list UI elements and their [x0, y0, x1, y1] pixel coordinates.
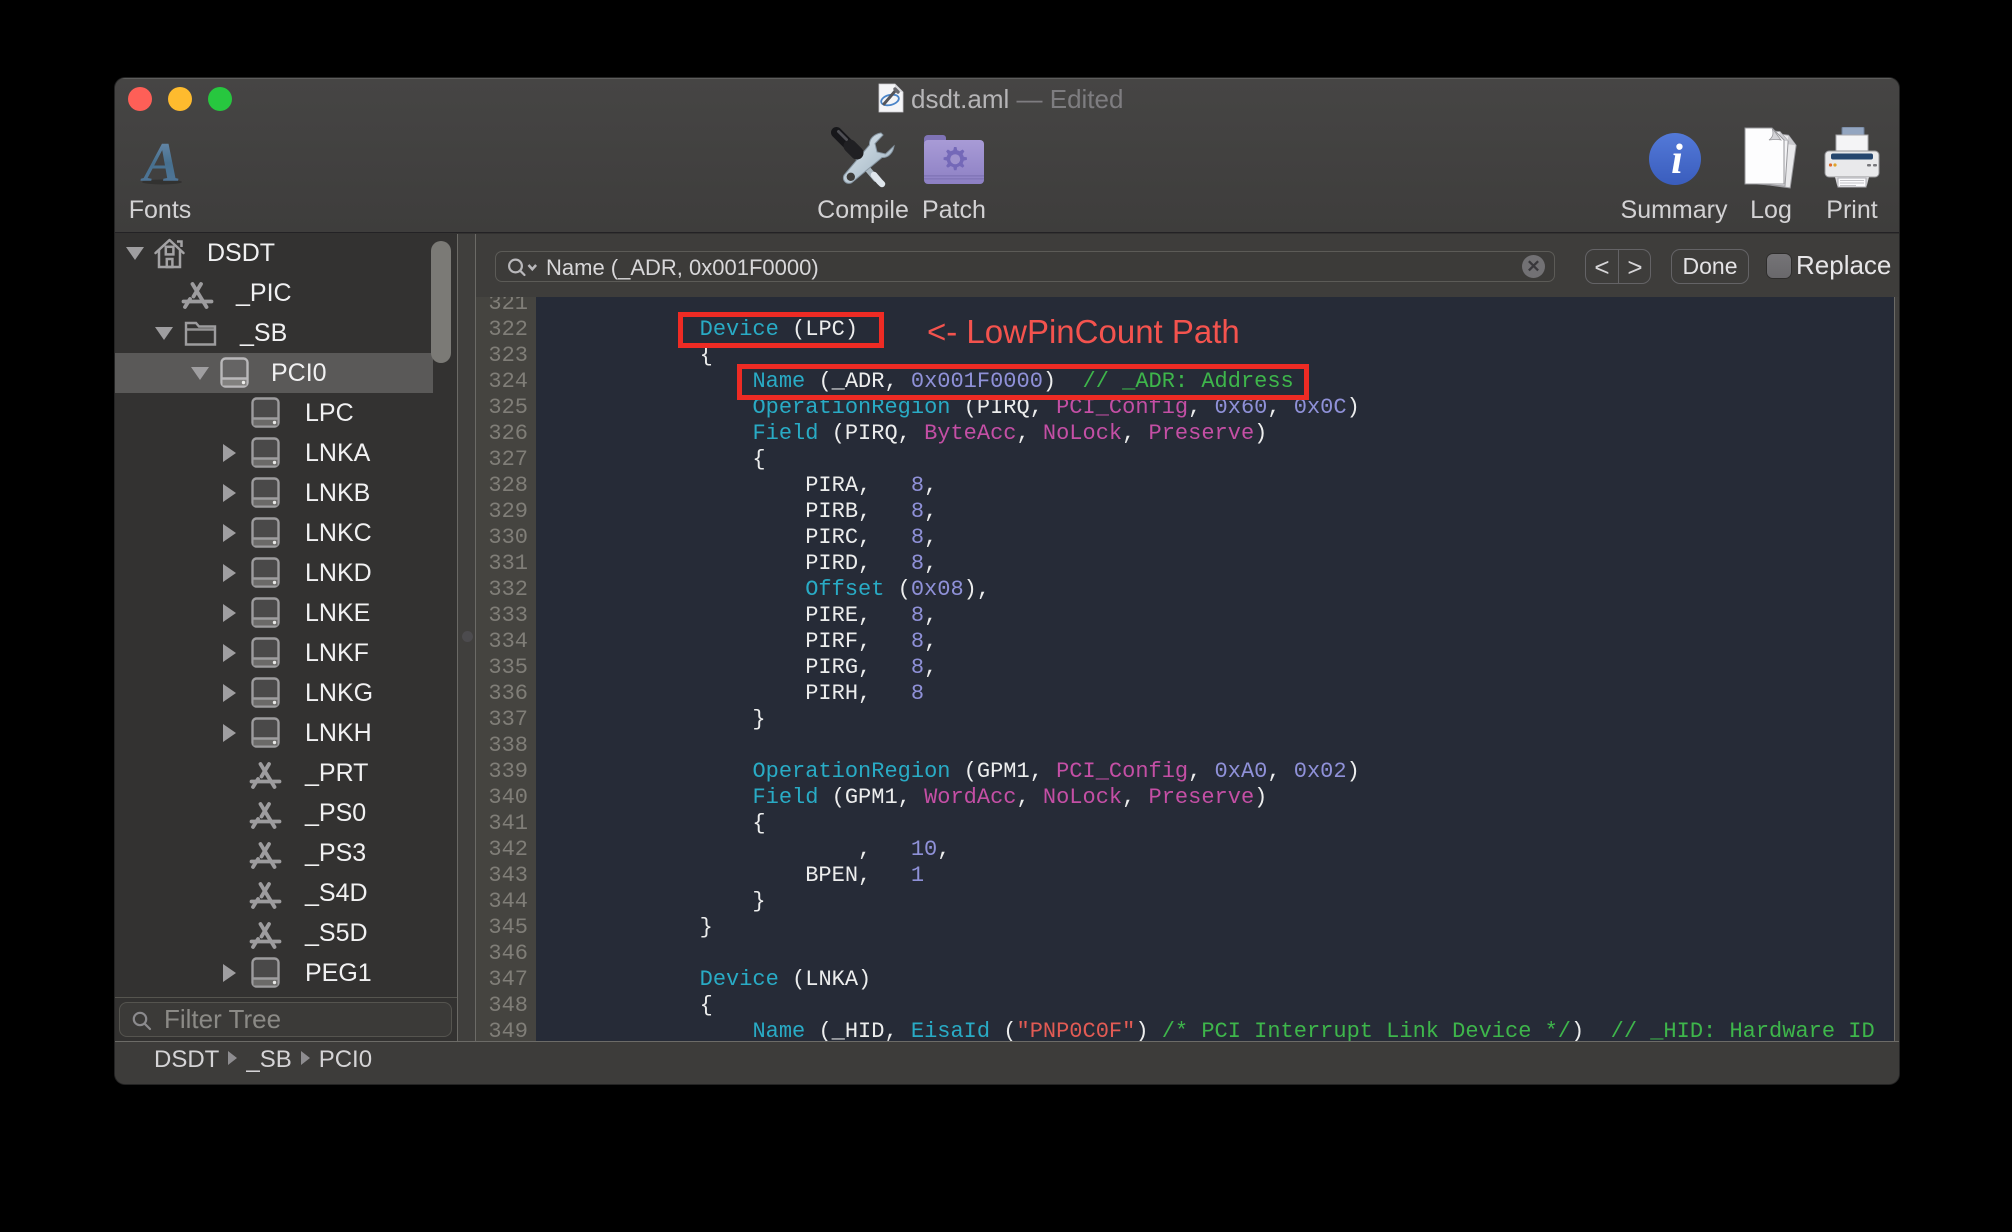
svg-text:A: A	[140, 137, 180, 187]
svg-text:i: i	[1671, 137, 1683, 183]
